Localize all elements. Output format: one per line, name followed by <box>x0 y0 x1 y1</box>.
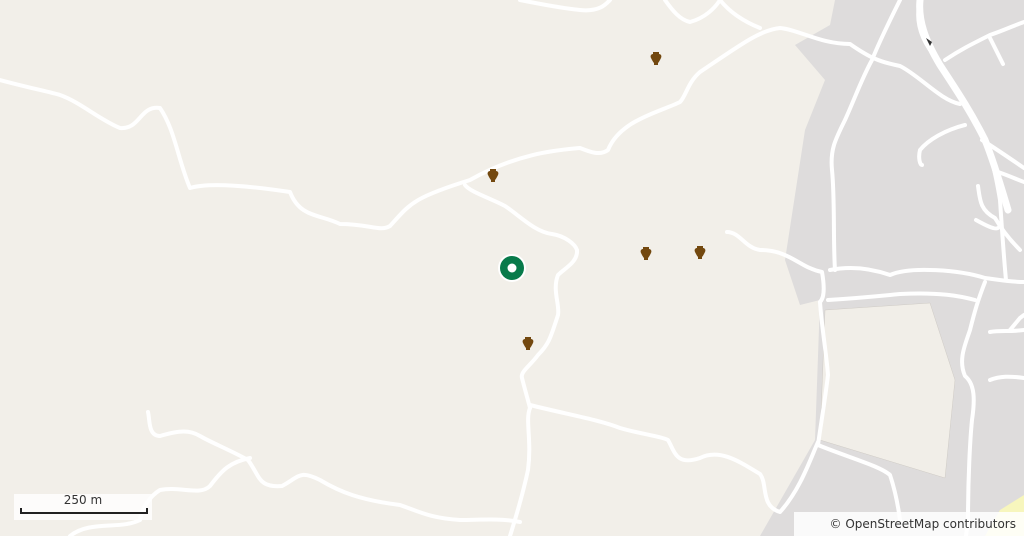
scale-bar: 250 m <box>14 494 152 520</box>
attribution: © OpenStreetMap contributors <box>793 512 1024 536</box>
map-canvas[interactable]: 250 m © OpenStreetMap contributors <box>0 0 1024 536</box>
amphora-icon[interactable] <box>693 245 707 261</box>
amphora-icon[interactable] <box>639 246 653 262</box>
scale-line <box>20 508 148 514</box>
attribution-text[interactable]: © OpenStreetMap contributors <box>830 517 1016 531</box>
location-pin-icon[interactable] <box>497 253 527 283</box>
amphora-icon[interactable] <box>486 168 500 184</box>
amphora-icon[interactable] <box>521 336 535 352</box>
scale-label: 250 m <box>63 493 103 507</box>
amphora-icon[interactable] <box>649 51 663 67</box>
